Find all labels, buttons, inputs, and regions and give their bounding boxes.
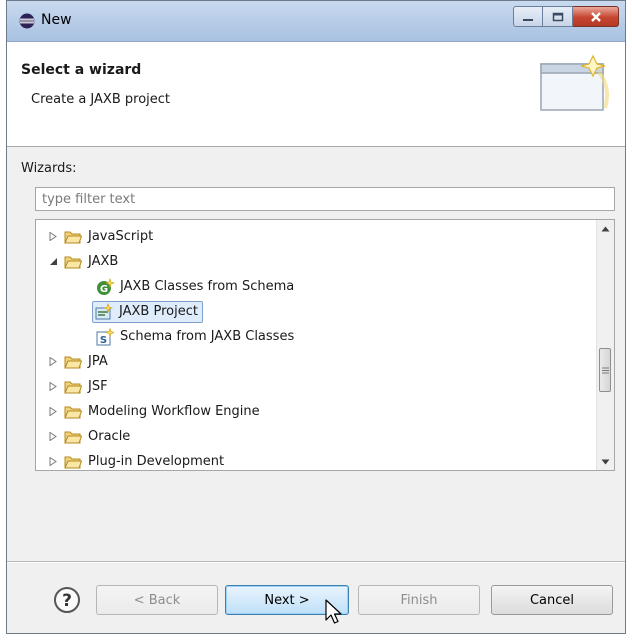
- tree-item-label: JAXB Project: [119, 304, 198, 319]
- window-controls: [513, 6, 619, 28]
- finish-button[interactable]: Finish: [358, 585, 480, 615]
- expand-arrow-icon[interactable]: [46, 455, 60, 469]
- tree-item-label: JavaScript: [88, 229, 154, 244]
- svg-text:S: S: [100, 335, 107, 346]
- cancel-button[interactable]: Cancel: [491, 585, 613, 615]
- expand-arrow-icon[interactable]: [46, 230, 60, 244]
- button-bar-separator: [7, 561, 625, 563]
- scroll-thumb[interactable]: [599, 348, 611, 392]
- maximize-icon: [552, 12, 563, 21]
- scroll-down-icon: [601, 459, 610, 464]
- tree-item-jaxb-classes-from-schema[interactable]: G JAXB Classes from Schema: [96, 274, 294, 299]
- folder-icon: [64, 231, 82, 243]
- tree-item-label: Plug-in Development: [88, 454, 225, 469]
- tree-item-label: Schema from JAXB Classes: [120, 329, 295, 344]
- tree-item-jsf[interactable]: JSF: [46, 374, 108, 399]
- svg-text:G: G: [100, 284, 108, 295]
- header-title: Select a wizard: [21, 62, 142, 78]
- folder-icon: [64, 456, 82, 468]
- wizard-tree[interactable]: JavaScript JAXB G JAXB Classes from Sche…: [35, 219, 615, 471]
- tree-item-schema-from-jaxb-classes[interactable]: S Schema from JAXB Classes: [96, 324, 294, 349]
- new-wizard-banner-icon: [540, 54, 609, 111]
- scroll-up-button[interactable]: [597, 220, 614, 237]
- back-button[interactable]: < Back: [96, 585, 218, 615]
- folder-icon: [64, 431, 82, 443]
- svg-text:?: ?: [62, 591, 72, 611]
- wizard-header: Select a wizard Create a JAXB project: [7, 42, 625, 147]
- collapse-arrow-icon[interactable]: [46, 255, 60, 269]
- title-bar[interactable]: New: [7, 1, 625, 42]
- tree-item-jaxb[interactable]: JAXB: [46, 249, 118, 274]
- selected-highlight[interactable]: JAXB Project: [92, 300, 203, 323]
- grip-icon: [601, 367, 609, 373]
- close-button[interactable]: [573, 6, 619, 27]
- generate-classes-icon: G: [97, 277, 114, 295]
- vertical-scrollbar[interactable]: [596, 220, 614, 470]
- tree-item-modeling-workflow-engine[interactable]: Modeling Workflow Engine: [46, 399, 260, 424]
- expand-arrow-icon[interactable]: [46, 355, 60, 369]
- tree-item-label: Modeling Workflow Engine: [88, 404, 260, 419]
- minimize-button[interactable]: [513, 6, 543, 27]
- expand-arrow-icon[interactable]: [46, 430, 60, 444]
- minimize-icon: [523, 18, 533, 21]
- header-description: Create a JAXB project: [31, 92, 171, 107]
- wizards-label: Wizards:: [21, 161, 77, 176]
- tree-item-label: JPA: [88, 354, 108, 369]
- close-icon: [590, 11, 601, 22]
- help-icon[interactable]: ?: [53, 586, 81, 614]
- new-wizard-dialog: New Select a wizard Create a JAXB projec…: [6, 0, 626, 634]
- tree-item-plug-in-development[interactable]: Plug-in Development: [46, 449, 225, 470]
- tree-item-oracle[interactable]: Oracle: [46, 424, 130, 449]
- open-folder-icon: [64, 256, 82, 268]
- scroll-down-button[interactable]: [597, 453, 614, 470]
- scroll-up-icon: [601, 226, 610, 231]
- tree-item-javascript[interactable]: JavaScript: [46, 224, 153, 249]
- tree-item-label: JSF: [88, 379, 108, 394]
- tree-item-label: JAXB Classes from Schema: [120, 279, 295, 294]
- folder-icon: [64, 381, 82, 393]
- jaxb-project-icon: [95, 302, 113, 319]
- tree-item-jaxb-project[interactable]: JAXB Project: [92, 299, 203, 324]
- expand-arrow-icon[interactable]: [46, 380, 60, 394]
- folder-icon: [64, 406, 82, 418]
- window-title: New: [41, 12, 72, 28]
- maximize-button[interactable]: [543, 6, 573, 27]
- schema-icon: S: [96, 327, 114, 346]
- mouse-cursor-icon: [325, 599, 342, 624]
- filter-input[interactable]: [35, 187, 615, 211]
- eclipse-icon: [19, 13, 35, 29]
- tree-item-label: Oracle: [88, 429, 131, 444]
- tree-item-jpa[interactable]: JPA: [46, 349, 108, 374]
- folder-icon: [64, 356, 82, 368]
- expand-arrow-icon[interactable]: [46, 405, 60, 419]
- tree-item-label: JAXB: [88, 254, 119, 269]
